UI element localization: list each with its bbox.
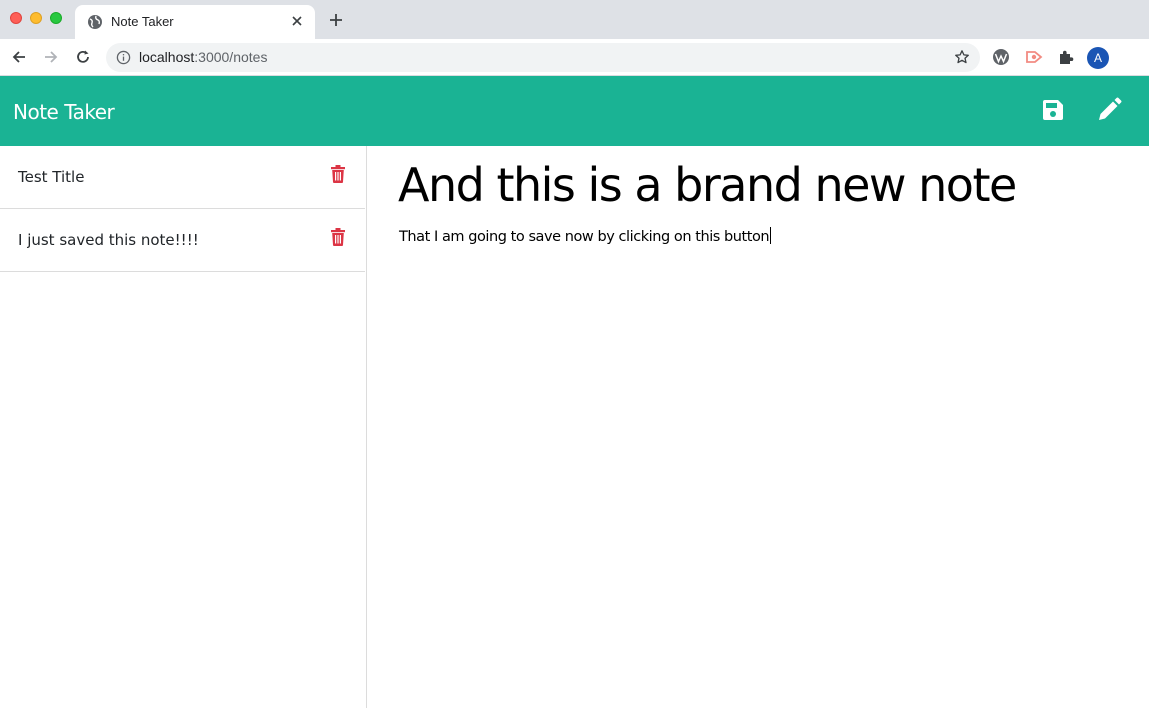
note-text-area[interactable]: That I am going to save now by clicking … — [399, 227, 772, 245]
list-item[interactable]: Test Title — [0, 146, 365, 209]
note-editor: And this is a brand new note That I am g… — [367, 146, 1149, 708]
note-title: I just saved this note!!!! — [18, 231, 199, 249]
globe-icon — [88, 15, 102, 29]
bookmark-star-icon[interactable] — [954, 49, 970, 65]
notes-sidebar: Test Title I just saved this note!!!! — [0, 146, 367, 708]
text-caret — [770, 227, 772, 244]
url-host: localhost — [139, 49, 195, 65]
profile-avatar[interactable]: A — [1087, 47, 1109, 69]
trash-icon[interactable] — [331, 228, 345, 246]
note-title-input[interactable]: And this is a brand new note — [398, 158, 1017, 212]
info-icon[interactable] — [116, 50, 131, 65]
trash-icon[interactable] — [331, 165, 345, 183]
browser-tab-strip: Note Taker — [0, 0, 1149, 39]
pencil-icon[interactable] — [1096, 97, 1122, 123]
close-icon[interactable] — [289, 13, 305, 29]
tab-title: Note Taker — [111, 14, 174, 29]
window-zoom-button[interactable] — [50, 12, 62, 24]
url-text: localhost:3000/notes — [139, 49, 267, 65]
back-arrow-icon[interactable] — [10, 48, 28, 66]
browser-tab[interactable]: Note Taker — [75, 5, 315, 39]
wordpress-extension-icon[interactable] — [992, 48, 1010, 66]
app-brand[interactable]: Note Taker — [13, 100, 115, 124]
reload-icon[interactable] — [74, 48, 92, 66]
note-title: Test Title — [18, 168, 85, 186]
forward-arrow-icon[interactable] — [42, 48, 60, 66]
list-item[interactable]: I just saved this note!!!! — [0, 209, 365, 272]
window-minimize-button[interactable] — [30, 12, 42, 24]
app-navbar: Note Taker — [0, 76, 1149, 146]
address-bar[interactable]: localhost:3000/notes — [106, 43, 980, 72]
puzzle-extensions-icon[interactable] — [1057, 48, 1075, 66]
save-icon[interactable] — [1041, 98, 1065, 122]
url-path: :3000/notes — [194, 49, 268, 65]
video-extension-icon[interactable] — [1025, 48, 1043, 66]
window-close-button[interactable] — [10, 12, 22, 24]
new-tab-icon[interactable] — [328, 12, 344, 28]
browser-toolbar: localhost:3000/notes — [0, 39, 1149, 104]
note-text-value: That I am going to save now by clicking … — [399, 229, 770, 245]
